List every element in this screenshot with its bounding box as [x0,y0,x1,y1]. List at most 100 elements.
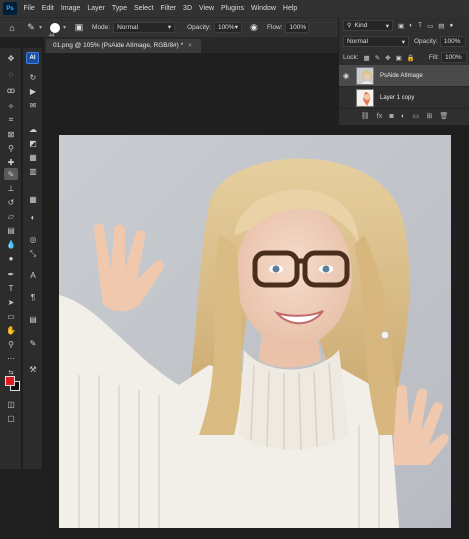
dodge-tool-icon[interactable]: ● [4,252,18,264]
clone-stamp-tool-icon[interactable]: ⊥ [4,182,18,194]
filter-type-icon[interactable]: T [418,22,422,29]
channels-panel-icon[interactable]: ◎ [27,234,39,245]
lock-artboard-icon[interactable]: ▣ [396,54,402,62]
screen-mode-icon[interactable]: ▢ [4,412,18,424]
swatches-panel-icon[interactable]: ▦ [27,152,39,163]
menu-3d[interactable]: 3D [180,5,196,12]
document-tab[interactable]: 01.png @ 105% (PsAide AIImage, RGB/8#) *… [46,39,201,53]
lasso-tool-icon[interactable]: ꝏ [4,84,18,96]
filter-pixel-icon[interactable]: ▣ [398,22,404,30]
ai-plugin-button[interactable]: AI [26,52,39,64]
menu-filter[interactable]: Filter [157,5,180,12]
frame-tool-icon[interactable]: ⊠ [4,128,18,140]
layer-row-layer-1-copy[interactable]: Layer 1 copy [339,87,469,109]
paragraph-panel-icon[interactable]: ¶ [27,292,39,303]
lock-position-icon[interactable]: ✥ [385,54,390,62]
actions-panel-icon[interactable]: ▶ [27,86,39,97]
menu-plugins[interactable]: Plugins [218,5,248,12]
gradients-panel-icon[interactable]: ▥ [27,166,39,177]
home-icon[interactable]: ⌂ [5,21,19,35]
document-canvas-image[interactable] [59,135,451,528]
filter-toggle-icon[interactable]: ● [449,22,453,29]
fill-value: 100% [444,54,462,61]
filter-adjustment-icon[interactable]: ◐ [409,22,413,29]
history-brush-tool-icon[interactable]: ↺ [4,196,18,208]
blend-chevron-icon: ▾ [401,38,405,46]
filter-shape-icon[interactable]: ▭ [427,22,433,30]
brush-chevron-icon[interactable]: ▾ [63,24,66,31]
brush-tool-icon[interactable]: ✎ [24,21,38,35]
libraries-panel-icon[interactable]: ☁ [27,124,39,135]
layer-row-psaide-aiimage[interactable]: ◉ PsAide AIImage [339,65,469,87]
layer-name: Layer 1 copy [380,94,415,101]
brush-tool-icon[interactable]: ✎ [4,168,18,180]
foreground-color-swatch[interactable] [5,376,15,386]
filter-smart-object-icon[interactable]: ▤ [438,22,444,30]
path-selection-tool-icon[interactable]: ➤ [4,296,18,308]
menu-image[interactable]: Image [57,5,83,12]
quick-mask-icon[interactable]: ◫ [4,398,18,410]
zoom-tool-icon[interactable]: ⚲ [4,338,18,350]
new-layer-icon[interactable]: ⊞ [426,112,432,120]
layer-opacity-input[interactable]: 100% [439,36,466,47]
opacity-input[interactable]: 100% ▾ [213,22,242,33]
notes-panel-icon[interactable]: ✎ [27,338,39,349]
menu-layer[interactable]: Layer [84,5,109,12]
pressure-opacity-icon[interactable]: ◉ [247,21,261,35]
menu-type[interactable]: Type [108,5,130,12]
close-tab-icon[interactable]: × [188,42,192,49]
flow-input[interactable]: 100% [285,22,310,33]
lock-all-icon[interactable]: 🔒 [407,54,415,62]
new-group-icon[interactable]: ▭ [412,112,419,120]
menu-view[interactable]: View [196,5,218,12]
healing-brush-tool-icon[interactable]: ✚ [4,156,18,168]
new-adjustment-icon[interactable]: ◐ [401,113,405,120]
delete-layer-icon[interactable]: 🗑 [439,112,448,120]
add-mask-icon[interactable]: ◙ [389,113,393,120]
menu-file[interactable]: File [20,5,38,12]
link-layers-icon[interactable]: ⛓ [361,112,370,120]
hand-tool-icon[interactable]: ✋ [4,324,18,336]
marquee-tool-icon[interactable]: ◌ [4,68,18,80]
character-panel-icon[interactable]: A [27,270,39,281]
rectangle-tool-icon[interactable]: ▭ [4,310,18,322]
search-icon: ⚲ [347,23,352,29]
mode-select[interactable]: Normal ▾ [113,22,176,33]
layer-style-icon[interactable]: fx [377,113,382,120]
menu-window[interactable]: Window [248,5,280,12]
menu-help[interactable]: Help [279,5,300,12]
history-panel-icon[interactable]: ↻ [27,72,39,83]
canvas-area[interactable] [44,53,469,539]
blur-tool-icon[interactable]: 💧 [4,238,18,250]
layer-thumbnail [356,66,374,85]
gradient-tool-icon[interactable]: ▤ [4,224,18,236]
adjustments-panel-icon[interactable]: ◐ [27,212,39,223]
eyedropper-tool-icon[interactable]: ⚲ [4,142,18,154]
paths-panel-icon[interactable]: ⤡ [27,248,39,259]
layer-filter-select[interactable]: ⚲ Kind ▾ [343,20,393,31]
tool-preset-chevron-icon[interactable]: ▾ [39,24,42,31]
pen-tool-icon[interactable]: ✒ [4,268,18,280]
quick-select-tool-icon[interactable]: ✧ [4,100,18,112]
fill-input[interactable]: 100% [440,52,467,63]
crop-tool-icon[interactable]: ⌗ [4,114,18,126]
glyphs-panel-icon[interactable]: ▤ [27,314,39,325]
eraser-tool-icon[interactable]: ▱ [4,210,18,222]
photoshop-logo-icon[interactable]: Ps [3,2,17,15]
lock-transparent-icon[interactable]: ▦ [364,54,370,62]
color-panel-icon[interactable]: ◩ [27,138,39,149]
fill-label: Fill: [428,54,439,61]
brush-settings-icon[interactable]: ▣ [72,21,86,35]
comments-panel-icon[interactable]: ✉ [27,100,39,111]
tool-presets-panel-icon[interactable]: ⚒ [27,364,39,375]
blend-mode-select[interactable]: Normal ▾ [343,36,409,47]
move-tool-icon[interactable]: ✥ [4,52,18,64]
brush-preset-picker[interactable]: 44 [49,22,61,39]
lock-image-icon[interactable]: ✎ [375,54,380,62]
more-tools-icon[interactable]: ⋯ [4,352,18,364]
properties-panel-icon[interactable]: ▦ [27,194,39,205]
menu-edit[interactable]: Edit [38,5,57,12]
visibility-eye-icon[interactable]: ◉ [343,72,349,80]
menu-select[interactable]: Select [131,5,157,12]
type-tool-icon[interactable]: T [4,282,18,294]
